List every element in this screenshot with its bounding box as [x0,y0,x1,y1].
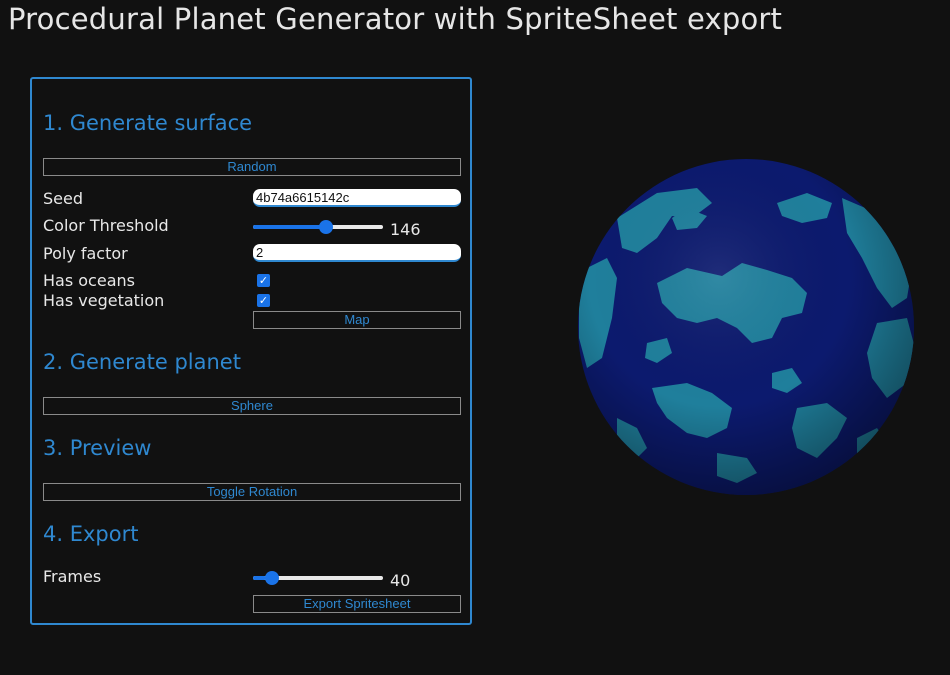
planet-sphere [578,159,914,495]
toggle-rotation-button[interactable]: Toggle Rotation [43,483,461,501]
planet-shading [578,159,914,495]
export-spritesheet-button[interactable]: Export Spritesheet [253,595,461,613]
has-vegetation-checkbox[interactable]: ✓ [257,294,270,307]
section-title-export: 4. Export [43,522,139,546]
poly-factor-input[interactable] [253,244,461,262]
section-title-planet: 2. Generate planet [43,350,241,374]
controls-panel: 1. Generate surface Random Seed Color Th… [30,77,472,625]
section-title-surface: 1. Generate surface [43,111,253,135]
planet-preview [577,158,915,496]
color-threshold-slider[interactable] [253,220,383,234]
frames-slider[interactable] [253,571,383,585]
page-title: Procedural Planet Generator with SpriteS… [8,2,783,36]
frames-value: 40 [390,571,411,590]
seed-input[interactable] [253,189,461,207]
poly-factor-label: Poly factor [43,244,128,263]
seed-label: Seed [43,189,83,208]
has-oceans-label: Has oceans [43,271,135,290]
slider-thumb[interactable] [319,220,334,234]
color-threshold-value: 146 [390,220,421,239]
slider-fill [253,225,328,229]
slider-thumb[interactable] [264,571,279,585]
color-threshold-label: Color Threshold [43,216,169,235]
has-vegetation-label: Has vegetation [43,291,165,310]
random-button[interactable]: Random [43,158,461,176]
section-title-preview: 3. Preview [43,436,152,460]
frames-label: Frames [43,567,102,586]
has-oceans-checkbox[interactable]: ✓ [257,274,270,287]
map-button[interactable]: Map [253,311,461,329]
sphere-button[interactable]: Sphere [43,397,461,415]
checkmark-icon: ✓ [258,294,269,307]
checkmark-icon: ✓ [258,274,269,287]
